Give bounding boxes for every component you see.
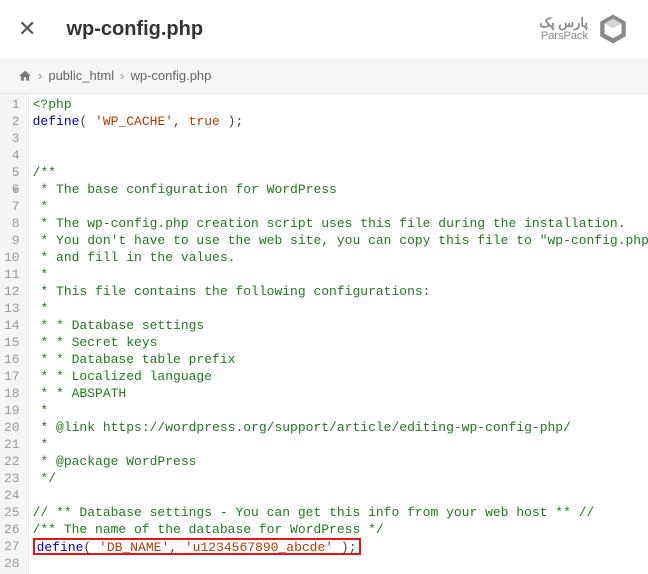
line-number: 16: [4, 351, 20, 368]
code-line[interactable]: * The wp-config.php creation script uses…: [33, 215, 648, 232]
line-number: 2: [4, 113, 20, 130]
code-line[interactable]: *: [33, 402, 648, 419]
code-line[interactable]: * and fill in the values.: [33, 249, 648, 266]
file-title: wp-config.php: [66, 18, 539, 41]
close-icon[interactable]: ✕: [18, 16, 36, 42]
highlighted-define: define( 'DB_NAME', 'u1234567890_abcde' )…: [33, 538, 361, 555]
code-line[interactable]: *: [33, 266, 648, 283]
code-line[interactable]: * You don't have to use the web site, yo…: [33, 232, 648, 249]
code-line[interactable]: [33, 130, 648, 147]
line-number: 11: [4, 266, 20, 283]
code-line[interactable]: * The base configuration for WordPress: [33, 181, 648, 198]
code-line[interactable]: <?php: [33, 96, 648, 113]
line-number: 7: [4, 198, 20, 215]
breadcrumb-item[interactable]: wp-config.php: [130, 68, 211, 83]
line-number: 5▾: [4, 164, 20, 181]
line-number: 24: [4, 487, 20, 504]
code-line[interactable]: * * Database table prefix: [33, 351, 648, 368]
line-number: 21: [4, 436, 20, 453]
brand-text-fa: پارس پک: [539, 16, 588, 30]
code-line[interactable]: * @package WordPress: [33, 453, 648, 470]
line-number: 3: [4, 130, 20, 147]
line-number: 15: [4, 334, 20, 351]
line-number: 4: [4, 147, 20, 164]
editor-header: ✕ wp-config.php پارس پک ParsPack: [0, 0, 648, 58]
breadcrumb-item[interactable]: public_html: [48, 68, 114, 83]
line-number: 9: [4, 232, 20, 249]
code-area[interactable]: <?phpdefine( 'WP_CACHE', true ); /** * T…: [29, 94, 648, 574]
line-number: 19: [4, 402, 20, 419]
line-number: 6: [4, 181, 20, 198]
home-icon[interactable]: [18, 69, 32, 83]
code-line[interactable]: // ** Database settings - You can get th…: [33, 504, 648, 521]
brand-logo-area: پارس پک ParsPack: [539, 12, 630, 46]
line-number: 14: [4, 317, 20, 334]
code-editor[interactable]: 12345▾6789101112131415161718192021222324…: [0, 94, 648, 574]
code-line[interactable]: * * Localized language: [33, 368, 648, 385]
code-line[interactable]: *: [33, 300, 648, 317]
code-line[interactable]: /** The name of the database for WordPre…: [33, 521, 648, 538]
line-number: 13: [4, 300, 20, 317]
line-number: 20: [4, 419, 20, 436]
code-line[interactable]: /**: [33, 164, 648, 181]
line-number: 17: [4, 368, 20, 385]
line-number: 26: [4, 521, 20, 538]
brand-hexagon-icon: [596, 12, 630, 46]
code-line[interactable]: * * Database settings: [33, 317, 648, 334]
line-number: 8: [4, 215, 20, 232]
line-number: 12: [4, 283, 20, 300]
code-line[interactable]: [33, 487, 648, 504]
line-number: 1: [4, 96, 20, 113]
code-line[interactable]: define( 'WP_CACHE', true );: [33, 113, 648, 130]
code-line[interactable]: *: [33, 198, 648, 215]
code-line[interactable]: * @link https://wordpress.org/support/ar…: [33, 419, 648, 436]
line-number: 10: [4, 249, 20, 266]
breadcrumb: › public_html › wp-config.php: [0, 58, 648, 94]
code-line[interactable]: [33, 555, 648, 572]
chevron-right-icon: ›: [38, 68, 42, 83]
code-line[interactable]: * * Secret keys: [33, 334, 648, 351]
line-gutter: 12345▾6789101112131415161718192021222324…: [0, 94, 29, 574]
line-number: 25: [4, 504, 20, 521]
line-number: 27: [4, 538, 20, 555]
brand-text-en: ParsPack: [539, 30, 588, 42]
line-number: 28: [4, 555, 20, 572]
line-number: 22: [4, 453, 20, 470]
code-line[interactable]: */: [33, 470, 648, 487]
code-line[interactable]: * * ABSPATH: [33, 385, 648, 402]
line-number: 18: [4, 385, 20, 402]
code-line[interactable]: * This file contains the following confi…: [33, 283, 648, 300]
line-number: 23: [4, 470, 20, 487]
chevron-right-icon: ›: [120, 68, 124, 83]
code-line[interactable]: define( 'DB_NAME', 'u1234567890_abcde' )…: [33, 538, 648, 555]
code-line[interactable]: *: [33, 436, 648, 453]
code-line[interactable]: [33, 147, 648, 164]
